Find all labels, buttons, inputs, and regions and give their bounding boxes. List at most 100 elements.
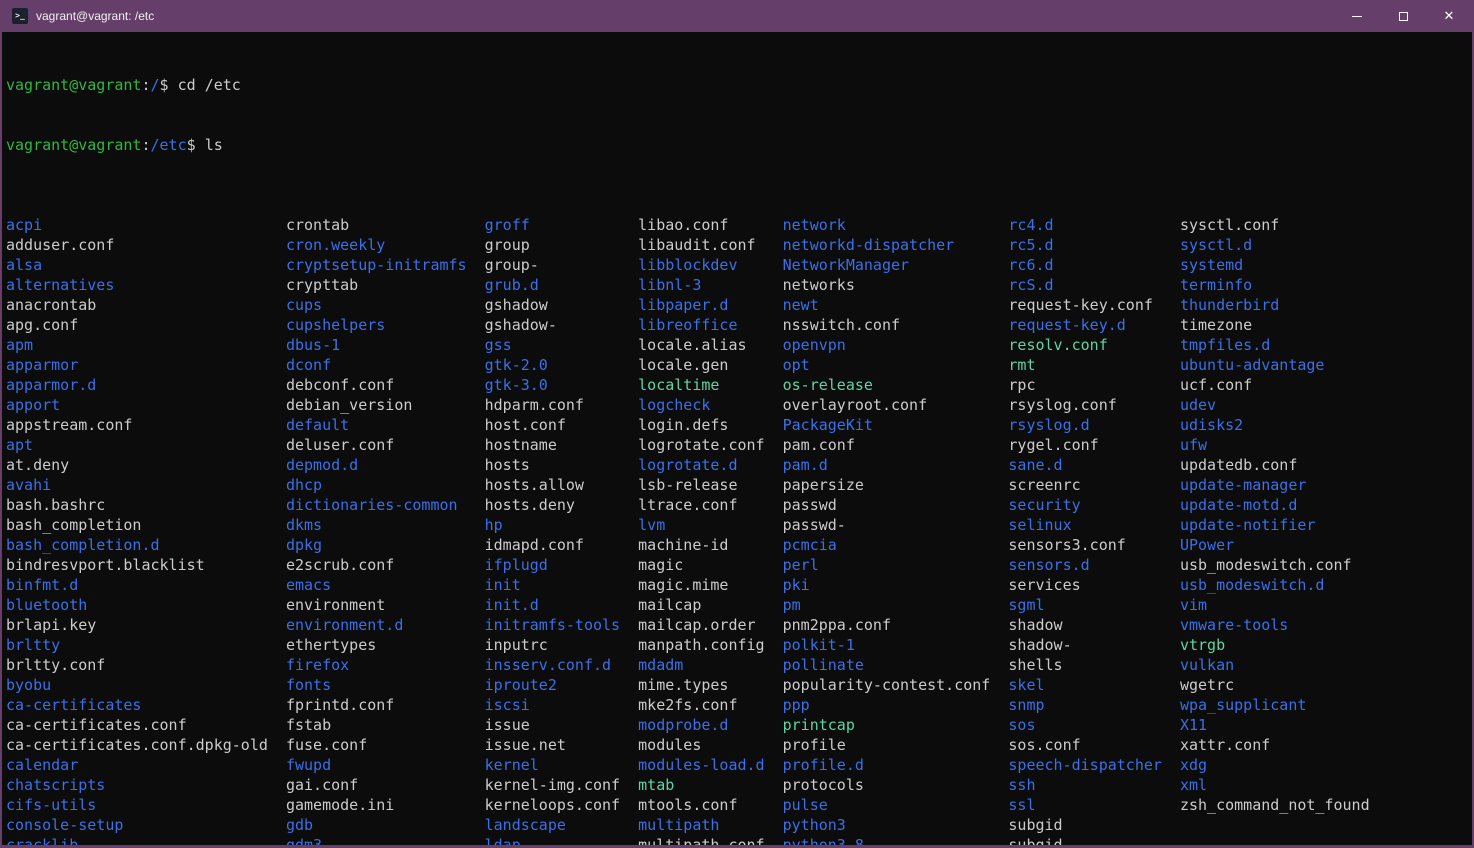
fs-entry-directory: libnl-3 [638, 275, 782, 295]
titlebar[interactable]: >_ vagrant@vagrant: /etc ✕ [2, 0, 1472, 32]
fs-entry-directory: ifplugd [485, 555, 639, 575]
ls-column-6: rc4.drc5.drc6.drcS.drequest-key.confrequ… [1008, 215, 1180, 845]
fs-entry-file: xattr.conf [1180, 735, 1370, 755]
fs-entry-symlink: vtrgb [1180, 635, 1370, 655]
fs-entry-directory: apparmor.d [6, 375, 286, 395]
fs-entry-file: logrotate.conf [638, 435, 782, 455]
fs-entry-file: gai.conf [286, 775, 485, 795]
fs-entry-directory: cron.weekly [286, 235, 485, 255]
fs-entry-directory: cracklib [6, 835, 286, 845]
fs-entry-file: e2scrub.conf [286, 555, 485, 575]
fs-entry-file: bindresvport.blacklist [6, 555, 286, 575]
fs-entry-directory: udisks2 [1180, 415, 1370, 435]
fs-entry-file: gshadow- [485, 315, 639, 335]
fs-entry-directory: snmp [1008, 695, 1180, 715]
fs-entry-file: debconf.conf [286, 375, 485, 395]
window-title: vagrant@vagrant: /etc [36, 9, 1334, 23]
fs-entry-directory: request-key.d [1008, 315, 1180, 335]
fs-entry-file: hosts.allow [485, 475, 639, 495]
fs-entry-file: group- [485, 255, 639, 275]
fs-entry-file: shells [1008, 655, 1180, 675]
fs-entry-directory: sysctl.d [1180, 235, 1370, 255]
fs-entry-directory: pm [783, 595, 1009, 615]
terminal-screen[interactable]: vagrant@vagrant:/$ cd /etc vagrant@vagra… [2, 32, 1472, 845]
fs-entry-directory: sgml [1008, 595, 1180, 615]
fs-entry-directory: speech-dispatcher [1008, 755, 1180, 775]
fs-entry-file: subgid- [1008, 835, 1180, 845]
fs-entry-directory: gdm3 [286, 835, 485, 845]
fs-entry-directory: bash_completion.d [6, 535, 286, 555]
fs-entry-file: manpath.config [638, 635, 782, 655]
fs-entry-directory: tmpfiles.d [1180, 335, 1370, 355]
fs-entry-directory: terminfo [1180, 275, 1370, 295]
fs-entry-directory: libblockdev [638, 255, 782, 275]
fs-entry-directory: dkms [286, 515, 485, 535]
fs-entry-file: pnm2ppa.conf [783, 615, 1009, 635]
fs-entry-directory: thunderbird [1180, 295, 1370, 315]
ls-column-3: groffgroupgroup-grub.dgshadowgshadow-gss… [485, 215, 639, 845]
minimize-button[interactable] [1334, 0, 1380, 32]
fs-entry-file: papersize [783, 475, 1009, 495]
fs-entry-directory: rcS.d [1008, 275, 1180, 295]
fs-entry-directory: profile.d [783, 755, 1009, 775]
fs-entry-directory: default [286, 415, 485, 435]
fs-entry-file: at.deny [6, 455, 286, 475]
fs-entry-file: fstab [286, 715, 485, 735]
fs-entry-file: crontab [286, 215, 485, 235]
fs-entry-directory: apm [6, 335, 286, 355]
fs-entry-directory: chatscripts [6, 775, 286, 795]
fs-entry-directory: vim [1180, 595, 1370, 615]
fs-entry-file: issue.net [485, 735, 639, 755]
fs-entry-directory: libpaper.d [638, 295, 782, 315]
prompt-path: /etc [151, 136, 187, 154]
close-button[interactable]: ✕ [1426, 0, 1472, 32]
fs-entry-directory: logcheck [638, 395, 782, 415]
ls-column-4: libao.conflibaudit.conflibblockdevlibnl-… [638, 215, 782, 845]
fs-entry-directory: sensors.d [1008, 555, 1180, 575]
fs-entry-file: libao.conf [638, 215, 782, 235]
fs-entry-file: idmapd.conf [485, 535, 639, 555]
fs-entry-file: passwd- [783, 515, 1009, 535]
fs-entry-directory: UPower [1180, 535, 1370, 555]
fs-entry-directory: python3 [783, 815, 1009, 835]
fs-entry-file: login.defs [638, 415, 782, 435]
fs-entry-directory: sane.d [1008, 455, 1180, 475]
fs-entry-file: mime.types [638, 675, 782, 695]
fs-entry-directory: opt [783, 355, 1009, 375]
maximize-icon [1399, 12, 1408, 21]
fs-entry-file: debian_version [286, 395, 485, 415]
fs-entry-directory: update-motd.d [1180, 495, 1370, 515]
prompt-user: vagrant@vagrant [6, 76, 141, 94]
fs-entry-directory: NetworkManager [783, 255, 1009, 275]
fs-entry-file: multipath.conf [638, 835, 782, 845]
fs-entry-directory: cupshelpers [286, 315, 485, 335]
ls-column-7: sysctl.confsysctl.dsystemdterminfothunde… [1180, 215, 1370, 815]
fs-entry-file: sensors3.conf [1008, 535, 1180, 555]
fs-entry-file: wgetrc [1180, 675, 1370, 695]
fs-entry-file: modules [638, 735, 782, 755]
fs-entry-file: lsb-release [638, 475, 782, 495]
fs-entry-directory: cups [286, 295, 485, 315]
fs-entry-directory: alsa [6, 255, 286, 275]
fs-entry-directory: pulse [783, 795, 1009, 815]
fs-entry-file: fuse.conf [286, 735, 485, 755]
fs-entry-directory: gss [485, 335, 639, 355]
fs-entry-file: profile [783, 735, 1009, 755]
fs-entry-symlink: printcap [783, 715, 1009, 735]
fs-entry-file: gamemode.ini [286, 795, 485, 815]
fs-entry-file: adduser.conf [6, 235, 286, 255]
fs-entry-directory: pcmcia [783, 535, 1009, 555]
fs-entry-file: magic.mime [638, 575, 782, 595]
fs-entry-directory: pollinate [783, 655, 1009, 675]
fs-entry-symlink: rmt [1008, 355, 1180, 375]
fs-entry-directory: byobu [6, 675, 286, 695]
fs-entry-file: mailcap.order [638, 615, 782, 635]
maximize-button[interactable] [1380, 0, 1426, 32]
fs-entry-file: rpc [1008, 375, 1180, 395]
fs-entry-file: brltty.conf [6, 655, 286, 675]
fs-entry-file: locale.gen [638, 355, 782, 375]
fs-entry-directory: xdg [1180, 755, 1370, 775]
fs-entry-file: networks [783, 275, 1009, 295]
command-text: ls [205, 136, 223, 154]
fs-entry-file: magic [638, 555, 782, 575]
